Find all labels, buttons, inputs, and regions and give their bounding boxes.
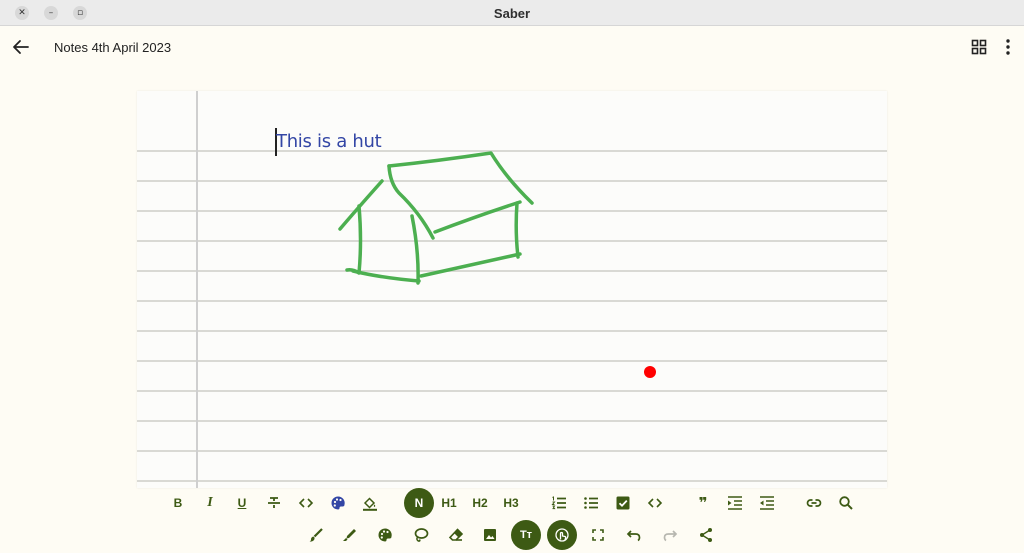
link-icon [806, 499, 822, 507]
text-tool-label: Tт [519, 529, 533, 541]
window-title: Saber [493, 6, 531, 21]
undo-icon [626, 530, 641, 542]
code-icon [298, 498, 314, 508]
code-block-button[interactable] [642, 490, 668, 516]
eraser-tool-button[interactable] [443, 522, 469, 548]
brush-icon [309, 528, 323, 542]
heading-1-button[interactable]: H1 [436, 490, 462, 516]
layout-button[interactable] [971, 39, 987, 55]
color-tool-button[interactable] [372, 522, 398, 548]
text-tool-button[interactable]: Tт [511, 520, 541, 550]
bullet-list-icon [584, 497, 598, 509]
note-title[interactable]: Notes 4th April 2023 [54, 40, 171, 55]
bullet-list-button[interactable] [578, 490, 604, 516]
heading-3-button[interactable]: H3 [498, 490, 524, 516]
lasso-tool-button[interactable] [408, 522, 434, 548]
outdent-icon [760, 496, 774, 510]
code-block-icon [647, 498, 663, 508]
checkbox-icon [616, 496, 630, 510]
pen-tool-button[interactable] [303, 522, 329, 548]
highlighter-icon [343, 529, 356, 541]
undo-button[interactable] [621, 522, 647, 548]
text-color-button[interactable] [325, 490, 351, 516]
search-button[interactable] [833, 490, 859, 516]
palette-icon [378, 528, 392, 542]
lasso-icon [414, 528, 429, 542]
link-button[interactable] [801, 490, 827, 516]
eraser-icon [448, 528, 464, 541]
grid-view-icon [971, 39, 987, 55]
strikethrough-icon [268, 497, 280, 508]
share-icon [700, 528, 712, 542]
arrow-left-icon [13, 40, 29, 54]
outdent-button[interactable] [754, 490, 780, 516]
fill-bucket-icon [363, 497, 377, 511]
app-bar: Notes 4th April 2023 [0, 26, 1024, 68]
quote-button[interactable]: ❞ [690, 490, 716, 516]
format-toolbar: B I U N H1 H2 H3 ❞ [0, 488, 1024, 518]
back-button[interactable] [10, 36, 32, 58]
more-vertical-icon [1006, 39, 1010, 55]
heading-2-button[interactable]: H2 [467, 490, 493, 516]
image-tool-button[interactable] [477, 522, 503, 548]
image-icon [484, 529, 496, 541]
touch-hand-icon [555, 528, 569, 542]
palette-icon [331, 496, 345, 510]
numbered-list-icon [551, 496, 566, 510]
hand-tool-button[interactable] [547, 520, 577, 550]
note-text[interactable]: This is a hut [276, 131, 382, 152]
fullscreen-icon [592, 529, 604, 541]
checklist-button[interactable] [610, 490, 636, 516]
pen-cursor-dot [644, 366, 656, 378]
numbered-list-button[interactable] [546, 490, 572, 516]
normal-text-label: N [414, 496, 424, 510]
highlight-color-button[interactable] [357, 490, 383, 516]
fullscreen-button[interactable] [585, 522, 611, 548]
share-button[interactable] [693, 522, 719, 548]
search-icon [839, 496, 853, 510]
underline-button[interactable]: U [229, 490, 255, 516]
hut-drawing [338, 151, 534, 285]
italic-button[interactable]: I [197, 490, 223, 516]
more-options-button[interactable] [1004, 38, 1012, 56]
window-titlebar: ✕ – ▫ Saber [0, 0, 1024, 26]
indent-button[interactable] [722, 490, 748, 516]
bold-button[interactable]: B [165, 490, 191, 516]
ruled-lines [137, 150, 887, 482]
inline-code-button[interactable] [293, 490, 319, 516]
tools-toolbar: Tт [0, 520, 1024, 550]
redo-icon [663, 530, 678, 542]
highlighter-tool-button[interactable] [336, 522, 362, 548]
note-page[interactable]: This is a hut [137, 91, 887, 488]
redo-button[interactable] [657, 522, 683, 548]
page-canvas[interactable] [137, 91, 887, 488]
normal-text-button[interactable]: N [404, 488, 434, 518]
indent-icon [728, 496, 742, 510]
strikethrough-button[interactable] [261, 490, 287, 516]
